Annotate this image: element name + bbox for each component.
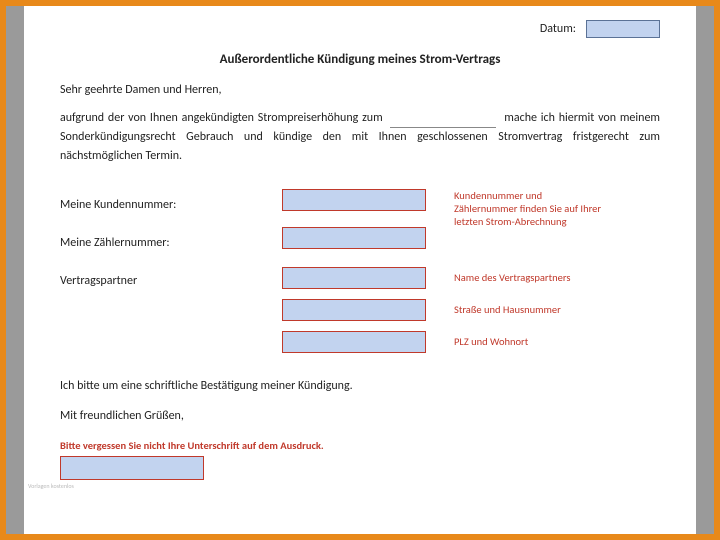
date-row: Datum: [60, 20, 660, 38]
label-kundennummer: Meine Kundennummer: [60, 199, 176, 211]
date-field[interactable] [586, 20, 660, 38]
watermark: Vorlagen kostenlos [28, 482, 74, 490]
signature-field[interactable] [60, 456, 204, 480]
vertragspartner-strasse-field[interactable] [282, 299, 426, 321]
zaehlernummer-field[interactable] [282, 227, 426, 249]
kundennummer-field[interactable] [282, 189, 426, 211]
salutation: Sehr geehrte Damen und Herren, [60, 83, 660, 97]
vertragspartner-name-field[interactable] [282, 267, 426, 289]
hint-plz: PLZ und Wohnort [454, 335, 528, 348]
hint-kundennummer-zaehlernummer: Kundennummer und Zählernummer finden Sie… [454, 189, 604, 228]
price-increase-date-field[interactable] [390, 127, 496, 128]
hint-strasse: Straße und Hausnummer [454, 303, 561, 316]
label-zaehlernummer: Meine Zählernummer: [60, 237, 176, 249]
document-page: Datum: Außerordentliche Kündigung meines… [24, 6, 696, 534]
signature-hint: Bitte vergessen Sie nicht Ihre Unterschr… [60, 439, 660, 452]
date-label: Datum: [540, 22, 576, 36]
confirmation-line: Ich bitte um eine schriftliche Bestätigu… [60, 379, 660, 393]
body-pre: aufgrund der von Ihnen angekündigten Str… [60, 111, 386, 125]
body-paragraph: aufgrund der von Ihnen angekündigten Str… [60, 109, 660, 167]
hint-name: Name des Vertragspartners [454, 271, 570, 284]
closing-line: Mit freundlichen Grüßen, [60, 409, 660, 423]
label-vertragspartner: Vertragspartner [60, 275, 176, 287]
ruler-left [6, 6, 24, 534]
field-labels: Meine Kundennummer: Meine Zählernummer: … [60, 199, 176, 313]
vertragspartner-plz-field[interactable] [282, 331, 426, 353]
ruler-right [696, 6, 714, 534]
document-title: Außerordentliche Kündigung meines Strom-… [60, 52, 660, 67]
frame: Datum: Außerordentliche Kündigung meines… [0, 0, 720, 540]
form-area: Meine Kundennummer: Meine Zählernummer: … [60, 189, 660, 369]
